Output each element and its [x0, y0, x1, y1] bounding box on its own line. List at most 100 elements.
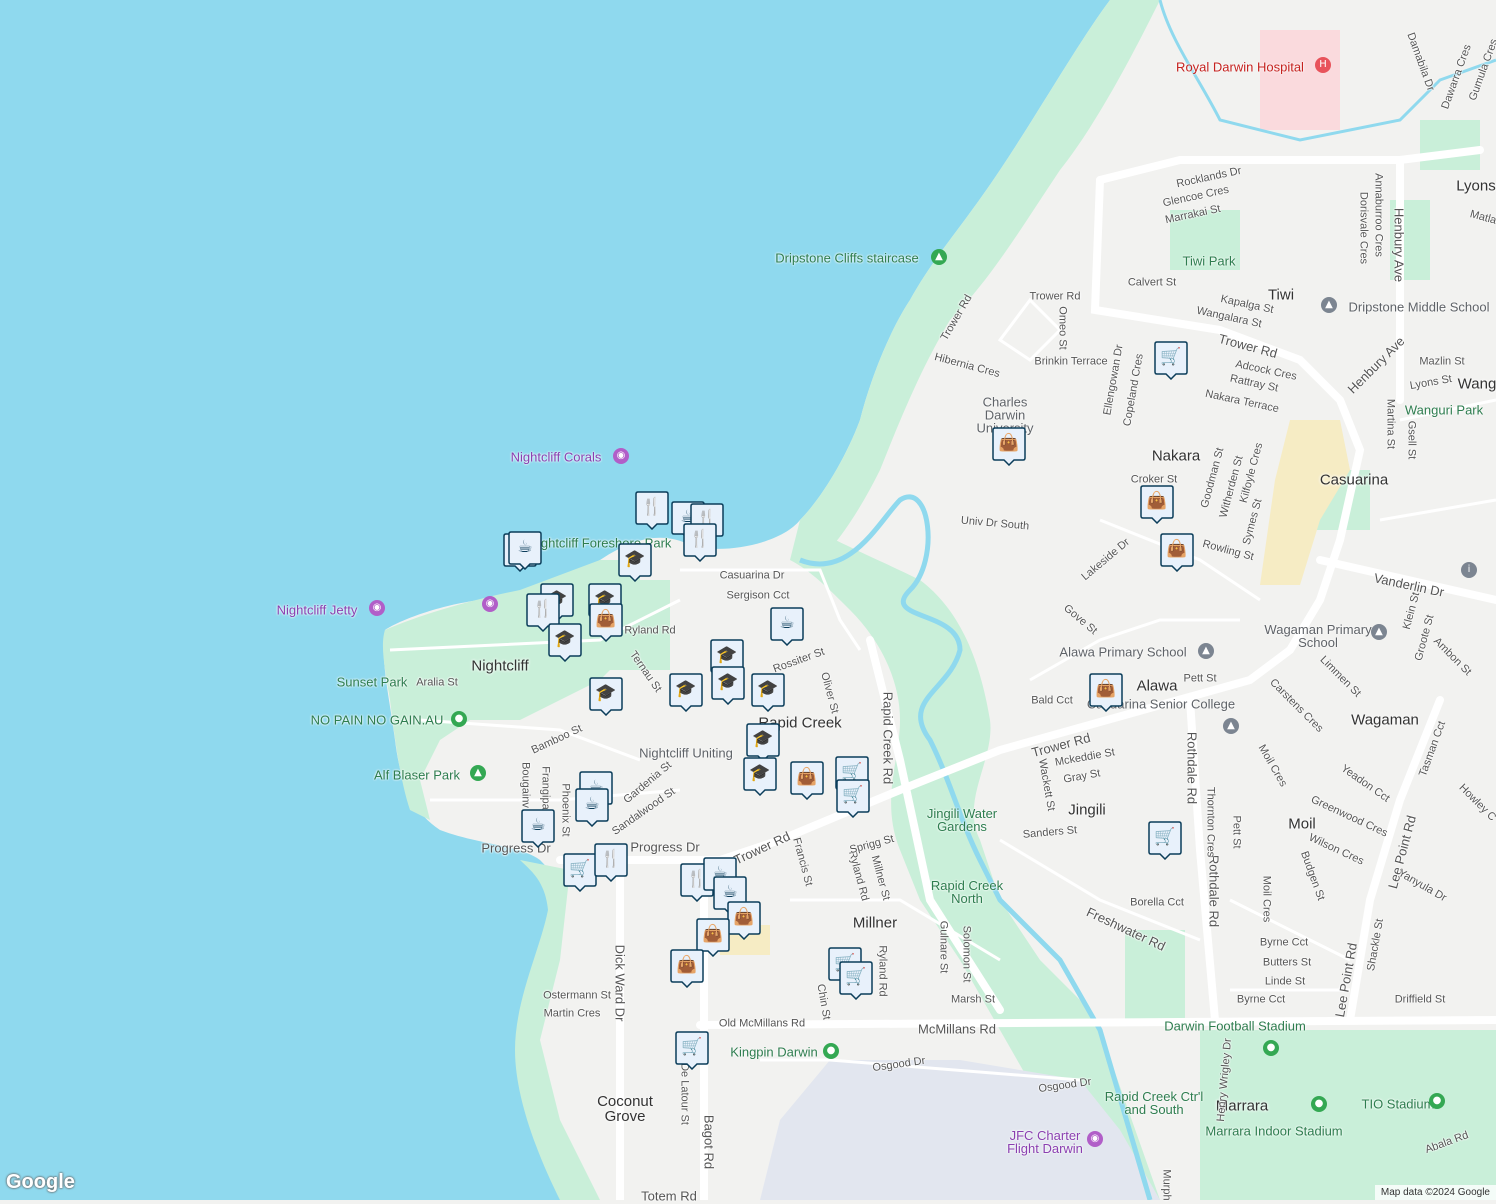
- bowling-icon[interactable]: ●: [823, 1043, 839, 1059]
- wagaman-ps-label[interactable]: Wagaman Primary School: [1263, 623, 1373, 649]
- stadium-icon[interactable]: ●: [1311, 1096, 1327, 1112]
- lyons-suburb-label: Lyons: [1456, 177, 1496, 195]
- fork-knife-icon: 🍴: [532, 599, 554, 619]
- shopping-bag-icon: 👜: [1146, 491, 1168, 511]
- restaurant-marker[interactable]: 🍴: [683, 522, 717, 562]
- graduation-cap-icon: 🎓: [554, 629, 576, 649]
- street-label: Butters St: [1262, 956, 1312, 969]
- camera-icon[interactable]: ◉: [482, 596, 498, 612]
- grocery-marker[interactable]: 🛒: [675, 1030, 709, 1070]
- street-label: Marsh St: [950, 993, 996, 1006]
- school-icon[interactable]: ▲: [1198, 643, 1214, 659]
- coffee-cup-icon: ☕: [530, 815, 546, 835]
- no-pain-label[interactable]: NO PAIN NO GAIN.AU: [311, 714, 444, 727]
- alawa-ps-label[interactable]: Alawa Primary School: [1059, 646, 1186, 659]
- royal-darwin-hospital-label[interactable]: Royal Darwin Hospital: [1176, 61, 1304, 74]
- school-marker[interactable]: 🎓: [548, 622, 582, 662]
- street-label: Martin Cres: [543, 1007, 601, 1020]
- attribution[interactable]: Map data ©2024 Google: [1374, 1185, 1496, 1200]
- shopping-bag-icon: 👜: [796, 767, 818, 787]
- camera-icon[interactable]: ◉: [613, 448, 629, 464]
- stadium-icon[interactable]: ●: [1429, 1093, 1445, 1109]
- sunset-park-label[interactable]: Sunset Park: [337, 676, 408, 689]
- grocery-marker[interactable]: 🛒: [839, 960, 873, 1000]
- school-marker[interactable]: 🎓: [669, 672, 703, 712]
- shopping-bag-icon: 👜: [998, 433, 1020, 453]
- shopping-marker[interactable]: 👜: [1140, 484, 1174, 524]
- kingpin-label[interactable]: Kingpin Darwin: [730, 1046, 817, 1059]
- nightcliff-uniting-label[interactable]: Nightcliff Uniting: [639, 747, 733, 760]
- nightcliff-jetty-label[interactable]: Nightcliff Jetty: [277, 604, 358, 617]
- street-label: Thornton Cres: [1204, 786, 1217, 858]
- cafe-marker[interactable]: ☕: [575, 787, 609, 827]
- street-label: Trower Rd: [1029, 290, 1081, 303]
- street-label: McMillans Rd: [917, 1021, 997, 1037]
- school-marker[interactable]: 🎓: [743, 756, 777, 796]
- shopping-bag-icon: 👜: [595, 609, 617, 629]
- school-marker[interactable]: 🎓: [618, 542, 652, 582]
- darwin-football-label[interactable]: Darwin Football Stadium: [1164, 1020, 1306, 1033]
- shopping-marker[interactable]: 👜: [1160, 532, 1194, 572]
- jfc-charter-label[interactable]: JFC Charter Flight Darwin: [995, 1129, 1095, 1155]
- wanguri-park-label[interactable]: Wanguri Park: [1405, 404, 1483, 417]
- grocery-marker[interactable]: 🛒: [1154, 340, 1188, 380]
- shopping-marker[interactable]: 👜: [670, 948, 704, 988]
- tio-stadium-label[interactable]: TIO Stadium: [1362, 1098, 1435, 1111]
- street-label: Progress Dr: [630, 839, 700, 855]
- shopping-cart-icon: 🛒: [681, 1037, 703, 1057]
- street-label: Annaburroo Cres: [1372, 173, 1385, 257]
- street-label: Bagot Rd: [701, 1114, 717, 1170]
- info-icon[interactable]: i: [1461, 562, 1477, 578]
- hospital-icon[interactable]: H: [1315, 57, 1331, 73]
- shopping-marker[interactable]: 👜: [1089, 672, 1123, 712]
- rapid-creek-north-label[interactable]: Rapid Creek North: [922, 879, 1012, 905]
- nightcliff-corals-label[interactable]: Nightcliff Corals: [511, 451, 602, 464]
- street-label: Martina St: [1384, 398, 1397, 450]
- shopping-bag-icon: 👜: [733, 907, 755, 927]
- shopping-marker[interactable]: 👜: [589, 602, 623, 642]
- street-label: Rothdale Rd: [1184, 731, 1200, 805]
- cafe-marker[interactable]: ☕: [521, 808, 555, 848]
- street-label: Borella Cct: [1130, 896, 1184, 909]
- restaurant-marker[interactable]: 🍴: [635, 490, 669, 530]
- gym-icon[interactable]: ●: [451, 711, 467, 727]
- coconut-grove-suburb-label: Coconut Grove: [597, 1093, 653, 1125]
- school-icon[interactable]: ▲: [1371, 624, 1387, 640]
- cafe-marker[interactable]: ☕: [770, 606, 804, 646]
- graduation-cap-icon: 🎓: [757, 679, 779, 699]
- tree-icon[interactable]: ▲: [470, 765, 486, 781]
- rapid-creek-ctrl-label[interactable]: Rapid Creek Ctr'l and South: [1104, 1090, 1204, 1116]
- coffee-cup-icon: ☕: [722, 882, 738, 902]
- school-icon[interactable]: ▲: [1321, 297, 1337, 313]
- jingili-water-label[interactable]: Jingili Water Gardens: [917, 807, 1007, 833]
- camera-icon[interactable]: ◉: [1087, 1131, 1103, 1147]
- shopping-marker[interactable]: 👜: [727, 900, 761, 940]
- tree-icon[interactable]: ▲: [931, 249, 947, 265]
- street-label: Sergison Cct: [726, 589, 790, 602]
- cafe-marker[interactable]: ☕: [508, 530, 542, 570]
- dripstone-cliffs-label[interactable]: Dripstone Cliffs staircase: [775, 252, 919, 265]
- grocery-marker[interactable]: 🛒: [836, 778, 870, 818]
- school-marker[interactable]: 🎓: [751, 672, 785, 712]
- shopping-marker[interactable]: 👜: [992, 426, 1026, 466]
- marrara-indoor-label[interactable]: Marrara Indoor Stadium: [1205, 1125, 1342, 1138]
- shopping-bag-icon: 👜: [676, 955, 698, 975]
- tiwi-park-label[interactable]: Tiwi Park: [1183, 255, 1236, 268]
- street-label: Dorisvale Cres: [1357, 191, 1370, 265]
- stadium-icon[interactable]: ●: [1263, 1040, 1279, 1056]
- school-icon[interactable]: ▲: [1223, 718, 1239, 734]
- restaurant-marker[interactable]: 🍴: [594, 842, 628, 882]
- street-label: Bald Cct: [1031, 694, 1073, 707]
- school-marker[interactable]: 🎓: [589, 676, 623, 716]
- street-label: Ostermann St: [543, 989, 611, 1002]
- alf-blaser-label[interactable]: Alf Blaser Park: [374, 769, 460, 782]
- camera-icon[interactable]: ◉: [369, 600, 385, 616]
- shopping-bag-icon: 👜: [1095, 679, 1117, 699]
- wagaman-suburb-label: Wagaman: [1351, 711, 1419, 729]
- google-logo: Google: [6, 1171, 75, 1193]
- school-marker[interactable]: 🎓: [711, 665, 745, 705]
- grocery-marker[interactable]: 🛒: [563, 852, 597, 892]
- grocery-marker[interactable]: 🛒: [1148, 820, 1182, 860]
- shopping-marker[interactable]: 👜: [790, 760, 824, 800]
- dripstone-ms-label[interactable]: Dripstone Middle School: [1349, 301, 1490, 314]
